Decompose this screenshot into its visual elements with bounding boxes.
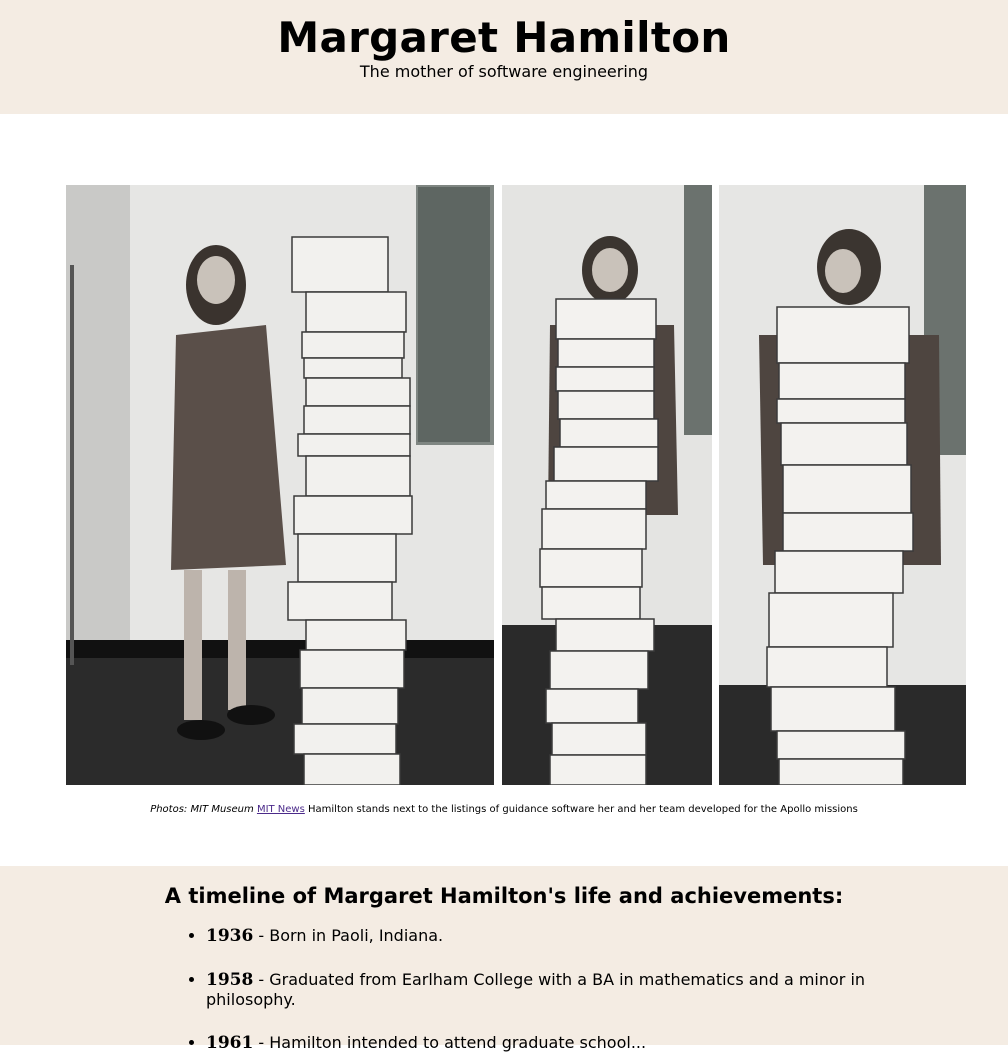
timeline-year: 1958: [206, 970, 254, 990]
photo-hamilton-behind-stack-center: [502, 185, 712, 785]
photo-hamilton-behind-stack-right: [719, 185, 966, 785]
mit-news-link[interactable]: MIT News: [257, 804, 305, 815]
timeline-item: 1936 - Born in Paoli, Indiana.: [206, 926, 866, 946]
caption-text: Hamilton stands next to the listings of …: [308, 804, 858, 815]
timeline-heading: A timeline of Margaret Hamilton's life a…: [164, 884, 844, 908]
page-header: Margaret Hamilton The mother of software…: [0, 0, 1008, 114]
photo-gallery: Photos: MIT Museum MIT News Hamilton sta…: [0, 114, 1008, 866]
photo-caption: Photos: MIT Museum MIT News Hamilton sta…: [0, 803, 1008, 817]
page-title: Margaret Hamilton: [277, 13, 731, 62]
photo-hamilton-standing: [66, 185, 494, 785]
timeline-year: 1961: [206, 1033, 254, 1053]
timeline-section: A timeline of Margaret Hamilton's life a…: [0, 866, 1008, 1053]
timeline-item: 1961 - Hamilton intended to attend gradu…: [206, 1033, 866, 1053]
timeline-list: 1936 - Born in Paoli, Indiana. 1958 - Gr…: [0, 926, 866, 1053]
page-subtitle: The mother of software engineering: [359, 62, 649, 81]
timeline-item: 1958 - Graduated from Earlham College wi…: [206, 970, 866, 1009]
timeline-text: - Born in Paoli, Indiana.: [253, 926, 444, 945]
photo-credit: Photos: MIT Museum: [150, 804, 254, 815]
timeline-year: 1936: [206, 926, 254, 946]
timeline-text: - Hamilton intended to attend graduate s…: [253, 1033, 647, 1052]
timeline-text: - Graduated from Earlham College with a …: [206, 970, 866, 1009]
